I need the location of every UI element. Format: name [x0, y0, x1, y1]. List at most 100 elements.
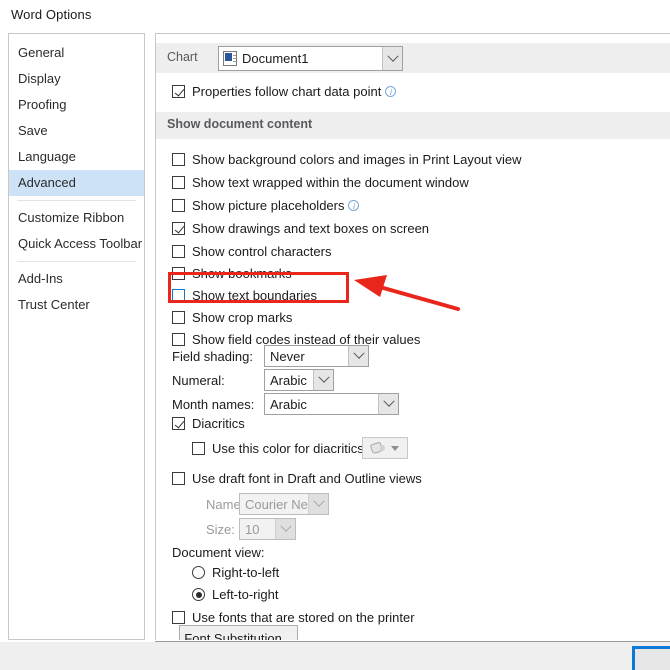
field-shading-combo[interactable]: Never [264, 345, 369, 367]
diacritics-checkbox[interactable] [172, 417, 185, 430]
show-crop-marks-label: Show crop marks [192, 310, 293, 325]
checkbox-row-show-background-colors[interactable]: Show background colors and images in Pri… [172, 152, 522, 167]
diacritics-row[interactable]: Diacritics [172, 416, 245, 431]
right-to-left-label: Right-to-left [212, 565, 280, 580]
show-text-wrapped-label: Show text wrapped within the document wi… [192, 175, 469, 190]
use-color-for-diacritics-label: Use this color for diacritics [212, 441, 364, 456]
use-printer-fonts-row[interactable]: Use fonts that are stored on the printer [172, 610, 415, 625]
month-names-label: Month names: [172, 397, 255, 412]
use-printer-fonts-label: Use fonts that are stored on the printer [192, 610, 415, 625]
chevron-down-icon [391, 445, 399, 451]
draft-font-name-combo: Courier New [239, 493, 329, 515]
info-icon[interactable]: i [385, 86, 397, 97]
document-view-label: Document view: [172, 545, 265, 560]
properties-follow-chart-row[interactable]: Properties follow chart data point i [172, 84, 397, 99]
document-combo[interactable]: Document1 [218, 46, 403, 71]
numeral-label: Numeral: [172, 373, 225, 388]
properties-follow-chart-label: Properties follow chart data point [192, 84, 382, 99]
show-bookmarks-checkbox[interactable] [172, 267, 185, 280]
radio-row-right-to-left[interactable]: Right-to-left [192, 565, 279, 580]
sidebar-panel: General Display Proofing Save Language A… [8, 33, 145, 640]
show-picture-placeholders-label: Show picture placeholders [192, 198, 345, 213]
field-shading-label: Field shading: [172, 349, 253, 364]
fill-color-button[interactable] [362, 437, 408, 459]
checkbox-row-show-text-boundaries[interactable]: Show text boundaries [172, 288, 317, 303]
sidebar-item-customize-ribbon[interactable]: Customize Ribbon [9, 205, 144, 231]
show-control-characters-label: Show control characters [192, 244, 332, 259]
sidebar-item-add-ins[interactable]: Add-Ins [9, 266, 144, 292]
ok-button[interactable] [632, 646, 670, 670]
radio-row-left-to-right[interactable]: Left-to-right [192, 587, 278, 602]
left-to-right-radio[interactable] [192, 588, 205, 601]
show-text-boundaries-checkbox[interactable] [172, 289, 185, 302]
left-to-right-label: Left-to-right [212, 587, 279, 602]
draft-font-size-value: 10 [245, 521, 260, 537]
chart-group-label: Chart [167, 50, 198, 64]
right-to-left-radio[interactable] [192, 566, 205, 579]
month-names-combo[interactable]: Arabic [264, 393, 399, 415]
numeral-dropdown-button[interactable] [313, 370, 333, 390]
checkbox-row-show-crop-marks[interactable]: Show crop marks [172, 310, 292, 325]
properties-follow-chart-checkbox[interactable] [172, 85, 185, 98]
sidebar-item-general[interactable]: General [9, 40, 144, 66]
sidebar-item-trust-center[interactable]: Trust Center [9, 292, 144, 318]
content-panel: Chart Document1 Properties follow chart … [155, 33, 670, 640]
checkbox-row-show-drawings[interactable]: Show drawings and text boxes on screen [172, 221, 429, 236]
checkbox-row-show-text-wrapped[interactable]: Show text wrapped within the document wi… [172, 175, 469, 190]
checkbox-row-show-control-characters[interactable]: Show control characters [172, 244, 331, 259]
chevron-down-icon [279, 520, 292, 532]
chevron-down-icon [312, 495, 325, 507]
draft-font-name-value: Courier New [245, 496, 308, 512]
field-shading-dropdown-button[interactable] [348, 346, 368, 366]
show-text-boundaries-label: Show text boundaries [192, 288, 318, 303]
draft-font-name-dropdown-button [308, 494, 328, 514]
sidebar-item-save[interactable]: Save [9, 118, 144, 144]
info-icon-picture-placeholders[interactable]: i [348, 200, 360, 211]
draft-font-size-dropdown-button [275, 519, 295, 539]
diacritics-label: Diacritics [192, 416, 245, 431]
sidebar-item-advanced[interactable]: Advanced [9, 170, 144, 196]
sidebar-separator-2 [17, 261, 136, 262]
sidebar-separator-1 [17, 200, 136, 201]
sidebar-item-language[interactable]: Language [9, 144, 144, 170]
show-text-wrapped-checkbox[interactable] [172, 176, 185, 189]
chevron-down-icon [382, 395, 395, 407]
numeral-value: Arabic [270, 372, 307, 388]
checkbox-row-show-picture-placeholders[interactable]: Show picture placeholders i [172, 198, 360, 213]
draft-size-label: Size: [206, 522, 235, 537]
show-field-codes-checkbox[interactable] [172, 333, 185, 346]
show-picture-placeholders-checkbox[interactable] [172, 199, 185, 212]
month-names-value: Arabic [270, 396, 307, 412]
use-draft-font-row[interactable]: Use draft font in Draft and Outline view… [172, 471, 422, 486]
section-title-show-document-content: Show document content [167, 117, 313, 131]
sidebar-item-quick-access-toolbar[interactable]: Quick Access Toolbar [9, 231, 144, 257]
numeral-combo[interactable]: Arabic [264, 369, 334, 391]
show-drawings-checkbox[interactable] [172, 222, 185, 235]
document-combo-dropdown-button[interactable] [382, 47, 402, 70]
sidebar-item-display[interactable]: Display [9, 66, 144, 92]
chevron-down-icon [386, 50, 399, 62]
chevron-down-icon [317, 371, 330, 383]
show-bookmarks-label: Show bookmarks [192, 266, 292, 281]
field-shading-value: Never [270, 348, 305, 364]
word-options-dialog: Word Options General Display Proofing Sa… [0, 0, 670, 670]
sidebar-item-proofing[interactable]: Proofing [9, 92, 144, 118]
fill-color-icon [371, 442, 385, 454]
use-printer-fonts-checkbox[interactable] [172, 611, 185, 624]
checkbox-row-show-bookmarks[interactable]: Show bookmarks [172, 266, 292, 281]
use-draft-font-checkbox[interactable] [172, 472, 185, 485]
footer-strip [0, 642, 670, 670]
font-substitution-button[interactable]: Font Substitution... [179, 625, 298, 640]
sidebar-list: General Display Proofing Save Language A… [9, 34, 144, 318]
show-control-characters-checkbox[interactable] [172, 245, 185, 258]
chevron-down-icon [352, 347, 365, 359]
show-drawings-label: Show drawings and text boxes on screen [192, 221, 430, 236]
use-color-for-diacritics-row[interactable]: Use this color for diacritics [192, 441, 364, 456]
month-names-dropdown-button[interactable] [378, 394, 398, 414]
show-background-colors-checkbox[interactable] [172, 153, 185, 166]
use-color-for-diacritics-checkbox[interactable] [192, 442, 205, 455]
show-crop-marks-checkbox[interactable] [172, 311, 185, 324]
draft-font-size-combo: 10 [239, 518, 296, 540]
window-title: Word Options [11, 7, 92, 22]
word-document-icon [223, 51, 237, 66]
